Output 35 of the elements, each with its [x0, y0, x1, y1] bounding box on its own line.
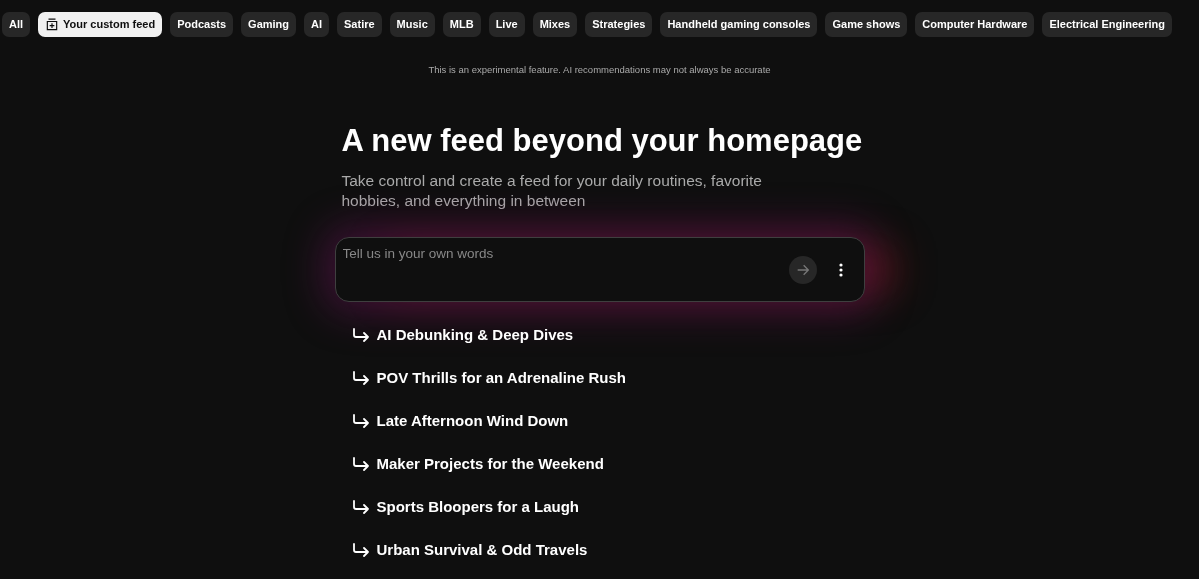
suggestion-link[interactable]: Maker Projects for the Weekend — [376, 453, 604, 475]
filter-chip[interactable]: Live — [488, 12, 525, 37]
turn-right-arrow-icon — [351, 542, 370, 557]
filter-chip[interactable]: Satire — [337, 12, 382, 37]
turn-right-arrow-icon — [351, 413, 370, 428]
filter-chip[interactable]: Your custom feed — [38, 12, 163, 37]
turn-right-arrow-icon — [351, 327, 370, 342]
experimental-notice: This is an experimental feature. AI recommendations may not always be accurate — [428, 63, 771, 77]
turn-right-arrow-icon — [351, 370, 370, 385]
filter-chip[interactable]: AI — [304, 12, 330, 37]
prompt-field[interactable]: Tell us in your own words — [342, 244, 789, 265]
more-vertical-icon — [838, 263, 843, 278]
feed-plus-icon — [45, 17, 60, 32]
filter-chip[interactable]: Handheld gaming consoles — [660, 12, 818, 37]
suggestion-link[interactable]: Urban Survival & Odd Travels — [376, 539, 588, 561]
suggestion-link[interactable]: Late Afternoon Wind Down — [376, 410, 569, 432]
suggestion-link[interactable]: Sports Bloopers for a Laugh — [376, 496, 579, 518]
send-button[interactable] — [788, 256, 817, 285]
filter-chip[interactable]: Gaming — [241, 12, 297, 37]
filter-chip[interactable]: Computer Hardware — [915, 12, 1035, 37]
filter-chip[interactable]: Strategies — [585, 12, 653, 37]
filter-chip[interactable]: MLB — [442, 12, 481, 37]
filter-chip[interactable]: Music — [389, 12, 435, 37]
page-heading: A new feed beyond your homepage — [341, 122, 864, 161]
filter-chip[interactable]: All — [2, 12, 31, 37]
page-subheading: Take control and create a feed for your daily routines, favorite hobbies, and everything in between — [341, 171, 763, 212]
prompt-box[interactable]: Tell us in your own words — [334, 237, 865, 303]
filter-chip[interactable]: Mixes — [532, 12, 578, 37]
suggestion-link[interactable]: AI Debunking & Deep Dives — [376, 324, 574, 346]
turn-right-arrow-icon — [351, 456, 370, 471]
turn-right-arrow-icon — [351, 499, 370, 514]
suggestion-link[interactable]: POV Thrills for an Adrenaline Rush — [376, 367, 626, 389]
filter-chip[interactable]: Electrical Engineering — [1042, 12, 1172, 37]
filter-chip[interactable]: Game shows — [825, 12, 908, 37]
filter-chip[interactable]: Podcasts — [170, 12, 234, 37]
